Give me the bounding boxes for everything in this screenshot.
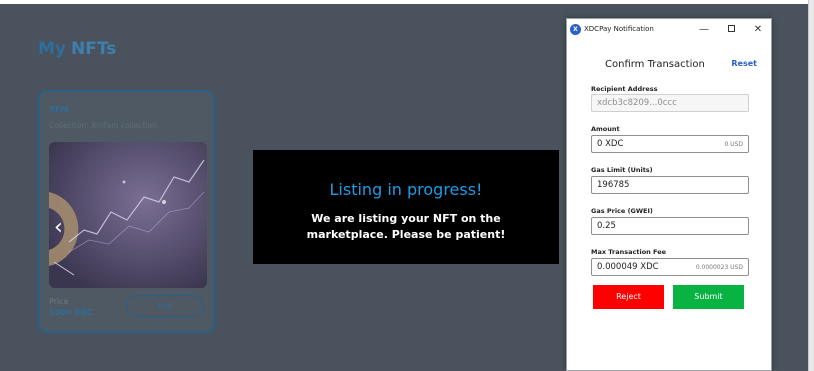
amount-usd: 0 USD (724, 141, 743, 148)
listing-title: Listing in progress! (329, 180, 483, 199)
window-titlebar[interactable]: X XDCPay Notification — ✕ (567, 19, 771, 41)
gas-limit-label: Gas Limit (Units) (591, 166, 653, 174)
max-fee-usd: 0.0000023 USD (695, 264, 743, 271)
amount-label: Amount (591, 125, 620, 133)
window-scrollbar[interactable] (808, 0, 814, 371)
maximize-icon[interactable] (722, 22, 740, 37)
recipient-address-value: xdcb3c8209...0ccc (597, 98, 677, 108)
listing-message: We are listing your NFT on the marketpla… (306, 212, 506, 241)
gas-price-label: Gas Price (GWEI) (591, 207, 653, 215)
xdcpay-logo-icon: X (570, 24, 581, 35)
close-icon[interactable]: ✕ (749, 22, 767, 37)
nft-name: XFM (49, 105, 69, 114)
svg-text:‹: ‹ (54, 215, 63, 240)
minimize-icon[interactable]: — (695, 22, 713, 37)
confirm-transaction-heading: Confirm Transaction (605, 59, 705, 70)
page-title: My NFTs (38, 39, 116, 59)
recipient-address-field: xdcb3c8209...0ccc (591, 94, 749, 112)
gas-limit-field[interactable]: 196785 (591, 176, 749, 194)
max-fee-value: 0.000049 XDC (597, 262, 659, 272)
reset-link[interactable]: Reset (731, 59, 757, 68)
list-button[interactable]: List (126, 295, 204, 317)
xdcpay-notification-window: X XDCPay Notification — ✕ Confirm Transa… (566, 18, 772, 371)
nft-card[interactable]: XFM Collection: XinFam collection ‹ Pric… (38, 90, 215, 333)
nft-artwork-icon: ‹ (49, 142, 207, 288)
submit-button[interactable]: Submit (673, 285, 744, 309)
max-fee-label: Max Transaction Fee (591, 248, 667, 256)
nft-image: ‹ (49, 142, 207, 288)
nft-collection: Collection: XinFam collection (49, 121, 157, 130)
window-title: XDCPay Notification (584, 25, 654, 33)
reject-button[interactable]: Reject (593, 285, 664, 309)
gas-price-value: 0.25 (597, 221, 616, 231)
gas-price-field[interactable]: 0.25 (591, 217, 749, 235)
page-title-main: NFTs (71, 39, 117, 59)
amount-value: 0 XDC (597, 139, 624, 149)
price-value: 1000 XDC (49, 308, 93, 317)
page-title-prefix: My (38, 39, 66, 59)
recipient-address-label: Recipient Address (591, 85, 658, 93)
amount-field[interactable]: 0 XDC 0 USD (591, 135, 749, 153)
listing-progress-modal: Listing in progress! We are listing your… (253, 150, 559, 264)
max-fee-field: 0.000049 XDC 0.0000023 USD (591, 258, 749, 276)
price-label: Price (49, 297, 69, 306)
gas-limit-value: 196785 (597, 180, 630, 190)
